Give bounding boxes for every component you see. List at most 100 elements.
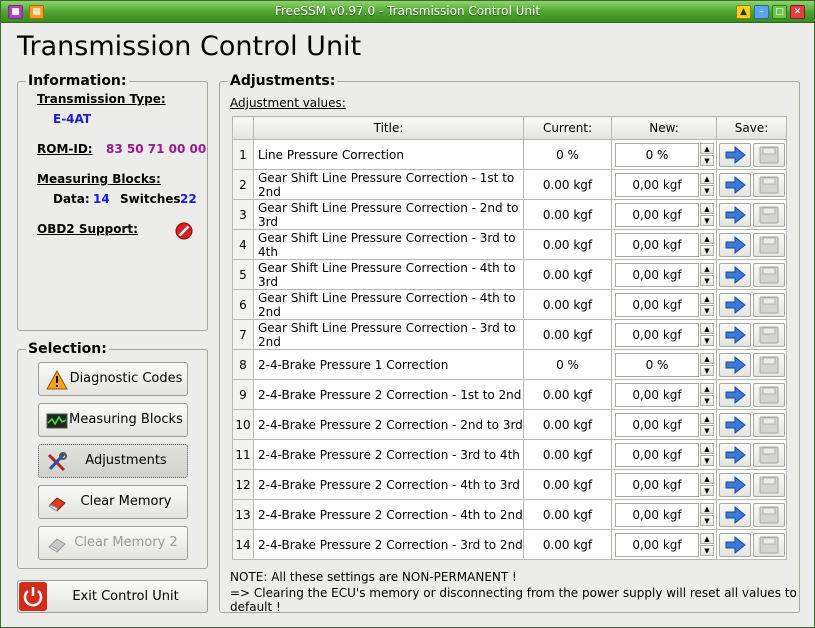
new-header[interactable]: New: bbox=[611, 116, 717, 140]
adjustment-title: Gear Shift Line Pressure Correction - 1s… bbox=[253, 169, 524, 200]
apply-arrow-button[interactable] bbox=[719, 383, 751, 407]
apply-arrow-button[interactable] bbox=[719, 173, 751, 197]
spin-down-icon[interactable]: ▼ bbox=[700, 365, 714, 376]
apply-arrow-button[interactable] bbox=[719, 353, 751, 377]
apply-arrow-button[interactable] bbox=[719, 263, 751, 287]
spin-up-icon[interactable]: ▲ bbox=[700, 503, 714, 514]
spin-up-icon[interactable]: ▲ bbox=[700, 233, 714, 244]
spin-up-icon[interactable]: ▲ bbox=[700, 443, 714, 454]
save-disk-button[interactable] bbox=[753, 503, 785, 527]
new-value-input[interactable]: 0,00 kgf bbox=[615, 233, 699, 257]
disk-icon bbox=[759, 206, 779, 224]
spin-down-icon[interactable]: ▼ bbox=[700, 335, 714, 346]
spin-up-icon[interactable]: ▲ bbox=[700, 533, 714, 544]
new-value-input[interactable]: 0,00 kgf bbox=[615, 263, 699, 287]
row-number: 1 bbox=[232, 139, 254, 170]
selection-legend: Selection: bbox=[26, 341, 109, 357]
spin-down-icon[interactable]: ▼ bbox=[700, 425, 714, 436]
spin-up-icon[interactable]: ▲ bbox=[700, 293, 714, 304]
spin-down-icon[interactable]: ▼ bbox=[700, 155, 714, 166]
apply-arrow-button[interactable] bbox=[719, 293, 751, 317]
adjustments-button[interactable]: Adjustments bbox=[38, 444, 188, 478]
clear-memory-button[interactable]: Clear Memory bbox=[38, 485, 188, 519]
row-number: 2 bbox=[232, 169, 254, 200]
save-disk-button[interactable] bbox=[753, 413, 785, 437]
row-number: 7 bbox=[232, 319, 254, 350]
spin-up-icon[interactable]: ▲ bbox=[700, 263, 714, 274]
spin-down-icon[interactable]: ▼ bbox=[700, 305, 714, 316]
spin-up-icon[interactable]: ▲ bbox=[700, 173, 714, 184]
apply-arrow-button[interactable] bbox=[719, 533, 751, 557]
new-value-input[interactable]: 0,00 kgf bbox=[615, 533, 699, 557]
new-value-input[interactable]: 0,00 kgf bbox=[615, 203, 699, 227]
save-disk-button[interactable] bbox=[753, 233, 785, 257]
row-number: 5 bbox=[232, 259, 254, 290]
save-disk-button[interactable] bbox=[753, 203, 785, 227]
apply-arrow-button[interactable] bbox=[719, 503, 751, 527]
disk-icon bbox=[759, 506, 779, 524]
minimize-icon[interactable]: – bbox=[754, 5, 769, 19]
spin-up-icon[interactable]: ▲ bbox=[700, 383, 714, 394]
save-disk-button[interactable] bbox=[753, 293, 785, 317]
apply-arrow-button[interactable] bbox=[719, 473, 751, 497]
title-header[interactable]: Title: bbox=[253, 116, 524, 140]
apply-arrow-button[interactable] bbox=[719, 203, 751, 227]
spin-down-icon[interactable]: ▼ bbox=[700, 515, 714, 526]
new-value-cell: 0,00 kgf ▲ ▼ bbox=[611, 469, 717, 500]
new-value-input[interactable]: 0,00 kgf bbox=[615, 383, 699, 407]
spin-up-icon[interactable]: ▲ bbox=[700, 143, 714, 154]
save-disk-button[interactable] bbox=[753, 263, 785, 287]
new-value-input[interactable]: 0,00 kgf bbox=[615, 473, 699, 497]
save-disk-button[interactable] bbox=[753, 383, 785, 407]
current-header[interactable]: Current: bbox=[523, 116, 612, 140]
new-value-cell: 0,00 kgf ▲ ▼ bbox=[611, 499, 717, 530]
diagnostic-codes-button[interactable]: Diagnostic Codes bbox=[38, 362, 188, 396]
spin-down-icon[interactable]: ▼ bbox=[700, 245, 714, 256]
spin-up-icon[interactable]: ▲ bbox=[700, 353, 714, 364]
clear-memory-2-button[interactable]: Clear Memory 2 bbox=[38, 526, 188, 560]
new-value-input[interactable]: 0 % bbox=[615, 353, 699, 377]
save-cell bbox=[716, 259, 787, 290]
new-value-input[interactable]: 0,00 kgf bbox=[615, 323, 699, 347]
spin-down-icon[interactable]: ▼ bbox=[700, 455, 714, 466]
adjustments-table: Title: Current: New: Save: 1 Line Pressur… bbox=[232, 116, 787, 560]
apply-arrow-button[interactable] bbox=[719, 323, 751, 347]
spin-down-icon[interactable]: ▼ bbox=[700, 185, 714, 196]
save-header[interactable]: Save: bbox=[716, 116, 787, 140]
row-number-header bbox=[232, 116, 254, 140]
spin-down-icon[interactable]: ▼ bbox=[700, 485, 714, 496]
save-disk-button[interactable] bbox=[753, 353, 785, 377]
new-value-input[interactable]: 0 % bbox=[615, 143, 699, 167]
spin-up-icon[interactable]: ▲ bbox=[700, 323, 714, 334]
new-value-cell: 0,00 kgf ▲ ▼ bbox=[611, 319, 717, 350]
apply-arrow-button[interactable] bbox=[719, 143, 751, 167]
spin-up-icon[interactable]: ▲ bbox=[700, 203, 714, 214]
spin-down-icon[interactable]: ▼ bbox=[700, 545, 714, 556]
save-disk-button[interactable] bbox=[753, 323, 785, 347]
spin-down-icon[interactable]: ▼ bbox=[700, 215, 714, 226]
save-disk-button[interactable] bbox=[753, 473, 785, 497]
apply-arrow-button[interactable] bbox=[719, 443, 751, 467]
data-count: 14 bbox=[93, 192, 110, 206]
save-disk-button[interactable] bbox=[753, 143, 785, 167]
new-value-input[interactable]: 0,00 kgf bbox=[615, 443, 699, 467]
apply-arrow-button[interactable] bbox=[719, 413, 751, 437]
spin-down-icon[interactable]: ▼ bbox=[700, 275, 714, 286]
save-disk-button[interactable] bbox=[753, 173, 785, 197]
spin-up-icon[interactable]: ▲ bbox=[700, 413, 714, 424]
exit-control-unit-button[interactable]: Exit Control Unit bbox=[17, 580, 208, 613]
new-value-input[interactable]: 0,00 kgf bbox=[615, 293, 699, 317]
shade-icon[interactable]: ▲ bbox=[736, 5, 751, 19]
spin-up-icon[interactable]: ▲ bbox=[700, 473, 714, 484]
table-row: 11 2-4-Brake Pressure 2 Correction - 3rd … bbox=[232, 439, 787, 470]
save-disk-button[interactable] bbox=[753, 533, 785, 557]
save-disk-button[interactable] bbox=[753, 443, 785, 467]
close-icon[interactable]: ✕ bbox=[790, 5, 805, 19]
new-value-input[interactable]: 0,00 kgf bbox=[615, 413, 699, 437]
spin-down-icon[interactable]: ▼ bbox=[700, 395, 714, 406]
new-value-input[interactable]: 0,00 kgf bbox=[615, 173, 699, 197]
maximize-icon[interactable]: □ bbox=[772, 5, 787, 19]
new-value-input[interactable]: 0,00 kgf bbox=[615, 503, 699, 527]
apply-arrow-button[interactable] bbox=[719, 233, 751, 257]
measuring-blocks-button[interactable]: Measuring Blocks bbox=[38, 403, 188, 437]
